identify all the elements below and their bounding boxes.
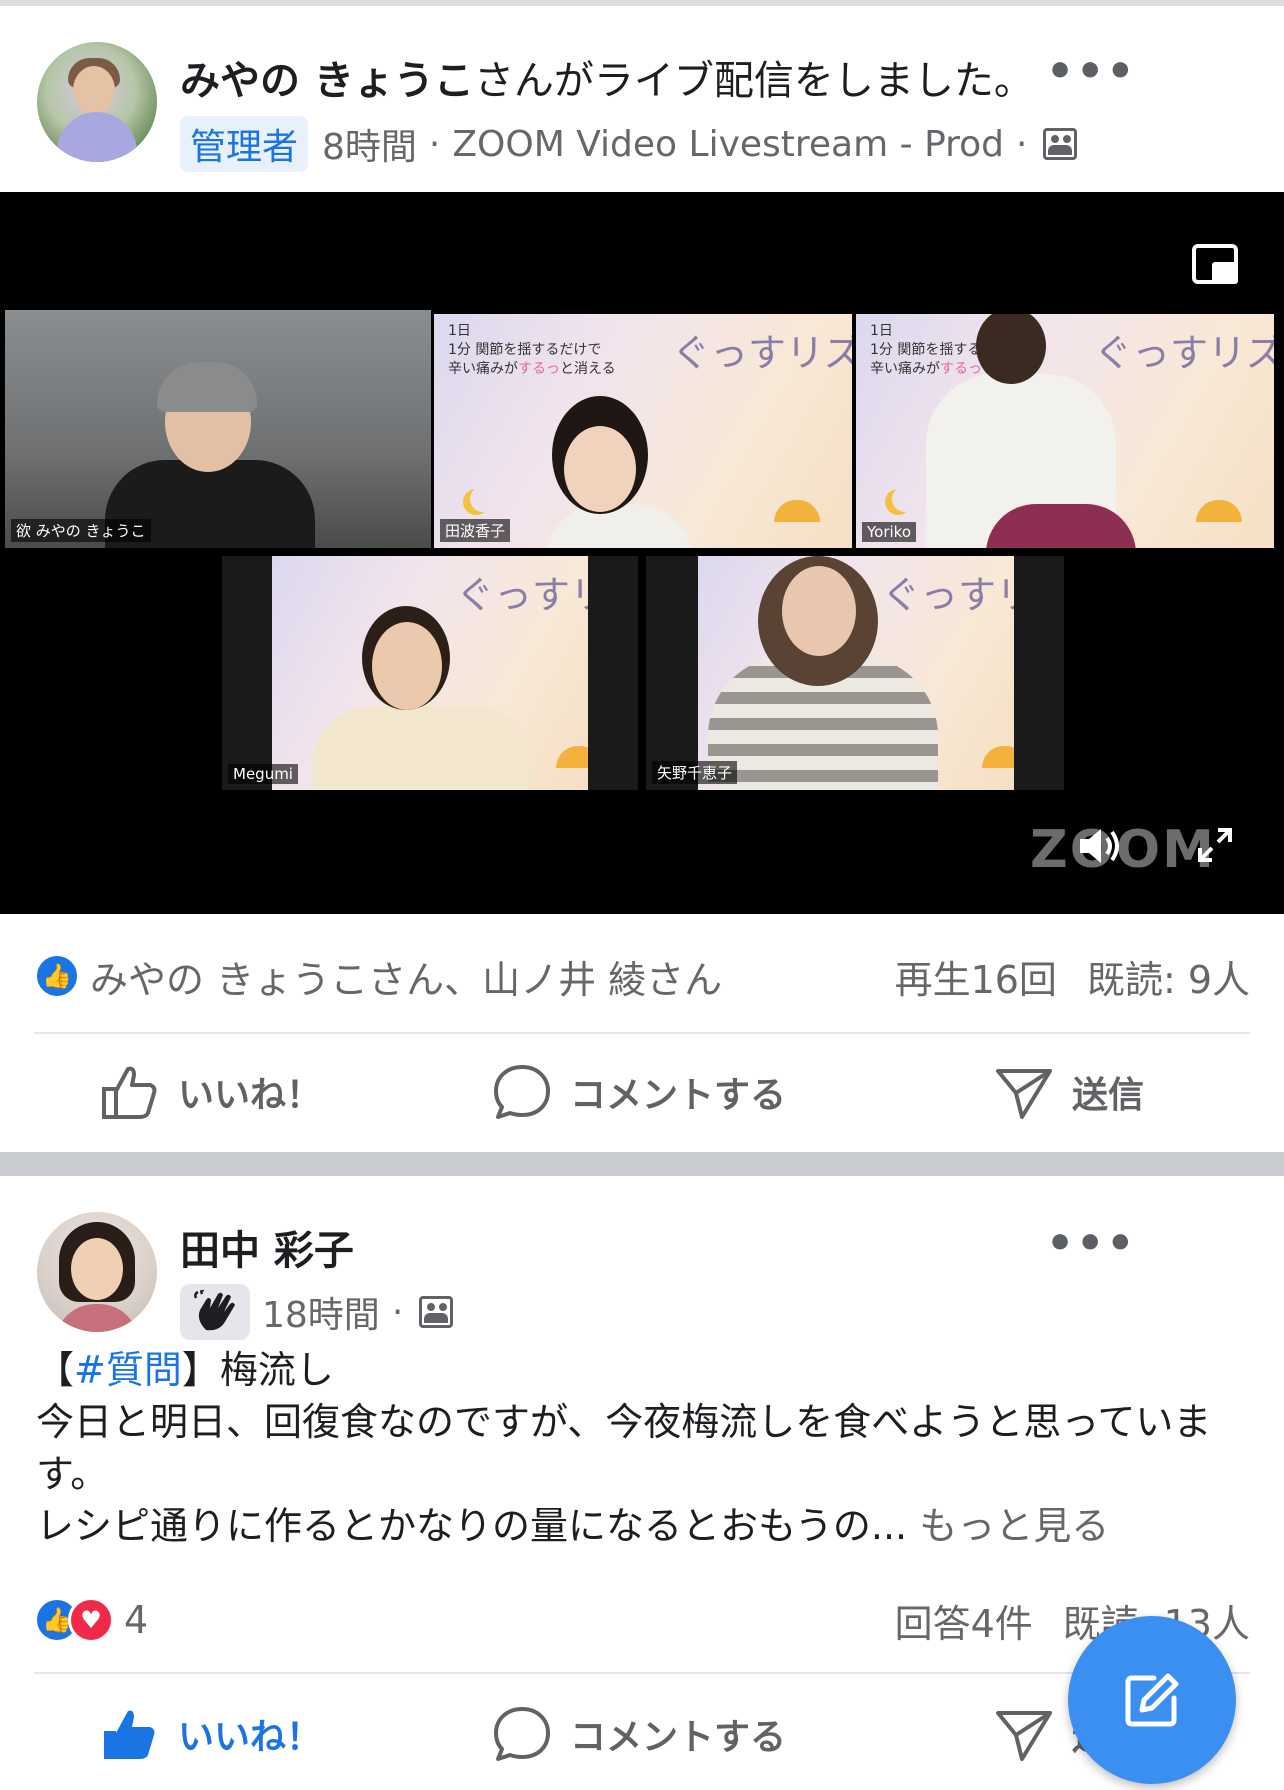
separator: · <box>391 1291 404 1333</box>
divider <box>34 1032 1250 1034</box>
reactors-names[interactable]: みやの きょうこさん、山ノ井 綾さん <box>90 949 722 1004</box>
slide-title: ぐっすリズム <box>672 331 852 375</box>
slide-text: 1分 関節を揺するだけで <box>448 341 602 358</box>
reaction-summary: 👍 ♥ 4 回答4件 既読: 13人 <box>34 1590 1250 1650</box>
slide-text: 辛い痛みがするっと消える <box>448 360 616 377</box>
video-tile: 1日 1分 関節を揺するだけで 辛い痛みがするっと消える ぐっすリズム 田波香子 <box>434 314 852 548</box>
comment-label: コメントする <box>570 1717 787 1758</box>
separator: · <box>1016 123 1028 165</box>
comment-icon <box>494 1707 550 1761</box>
comment-icon <box>494 1065 550 1119</box>
slide-title: ぐっすリズム <box>456 573 588 617</box>
compose-button[interactable] <box>1068 1616 1236 1784</box>
like-reaction-icon: 👍 <box>34 953 80 999</box>
post-time[interactable]: 8時間 <box>322 118 417 170</box>
fullscreen-icon[interactable] <box>1194 824 1236 866</box>
group-icon <box>1043 128 1078 160</box>
reaction-summary: 👍 みやの きょうこさん、山ノ井 綾さん 再生16回 既読: 9人 <box>34 946 1250 1006</box>
post-source[interactable]: ZOOM Video Livestream - Prod <box>452 124 1004 165</box>
author-name[interactable]: 田中 彩子 <box>180 1218 354 1276</box>
answer-count[interactable]: 回答4件 <box>895 1593 1033 1648</box>
seen-count[interactable]: 既読: 9人 <box>1087 949 1250 1004</box>
author-name[interactable]: みやの きょうこ <box>180 58 474 104</box>
post-header-title: みやの きょうこさんがライブ配信をしました。 <box>180 48 1034 106</box>
participant-name: Megumi <box>228 764 298 784</box>
live-video[interactable]: 欲 みやの きょうこ 1日 1分 関節を揺するだけで 辛い痛みがするっと消える … <box>0 192 1284 914</box>
separator: · <box>428 123 441 165</box>
video-tile-speaker: 欲 みやの きょうこ <box>5 310 431 548</box>
like-label: いいね！ <box>178 1075 323 1116</box>
video-tile: 1日 1分 関節を揺するだけで 辛い痛みがするっと消える ぐっすリズム Yori… <box>856 314 1274 548</box>
zoom-watermark: ZOOM <box>1030 820 1216 880</box>
bracket: 【 <box>36 1348 75 1392</box>
post-text-line-trunc: レシピ通りに作るとかなりの量になるとおもうの... もっと見る <box>36 1500 1256 1552</box>
participant-name: 田波香子 <box>440 519 511 542</box>
heart-reaction-icon: ♥ <box>68 1597 114 1643</box>
post-time[interactable]: 18時間 <box>262 1286 380 1338</box>
send-button[interactable]: 送信 <box>994 1052 1144 1132</box>
slide-text: 1日 <box>448 323 471 339</box>
video-tile: ぐっすリズム Megumi <box>222 556 638 790</box>
video-tile: ぐっすリズム 矢野千恵子 <box>646 556 1064 790</box>
post-actions: いいね！ コメントする 送信 <box>0 1052 1284 1132</box>
avatar[interactable] <box>37 1212 157 1332</box>
post-action-text: さんがライブ配信をしました。 <box>473 58 1034 104</box>
like-button[interactable]: いいね！ <box>100 1052 322 1132</box>
participant-name: 欲 みやの きょうこ <box>11 519 151 542</box>
reaction-count[interactable]: 4 <box>124 1598 148 1642</box>
post-body: 【#質問】梅流し 今日と明日、回復食なのですが、今夜梅流しを食べようと思っていま… <box>36 1344 1256 1552</box>
post-text-line: 今日と明日、回復食なのですが、今夜梅流しを食べようと思っています。 <box>36 1400 1212 1496</box>
participant-name: Yoriko <box>862 522 917 542</box>
divider <box>34 1672 1250 1674</box>
slide-title: ぐっすリズム <box>1094 331 1274 375</box>
thumbs-up-icon <box>104 1710 155 1759</box>
picture-in-picture-icon[interactable] <box>1192 244 1238 284</box>
play-count: 再生16回 <box>894 957 1057 1002</box>
more-options-icon[interactable]: ••• <box>1046 1222 1136 1266</box>
post-separator <box>0 1152 1284 1176</box>
top-divider <box>0 0 1284 6</box>
send-icon <box>996 1711 1052 1761</box>
hashtag-link[interactable]: #質問 <box>74 1348 182 1392</box>
wave-badge-icon <box>180 1284 250 1340</box>
send-label: 送信 <box>1072 1075 1145 1116</box>
comment-button[interactable]: コメントする <box>492 1052 786 1132</box>
post-meta: 管理者 8時間 · ZOOM Video Livestream - Prod · <box>180 116 1078 172</box>
volume-icon[interactable] <box>1076 824 1122 868</box>
admin-badge: 管理者 <box>180 116 309 172</box>
post-text-line: レシピ通りに作るとかなりの量になるとおもうの... <box>36 1504 908 1548</box>
slide-title: ぐっすリズム <box>882 573 1014 617</box>
post-meta: 18時間 · <box>180 1284 454 1340</box>
post-title-line: 【#質問】梅流し <box>36 1344 1256 1396</box>
participant-name: 矢野千恵子 <box>652 761 738 784</box>
group-icon <box>419 1296 454 1328</box>
comment-button[interactable]: コメントする <box>492 1694 786 1774</box>
thumbs-up-icon <box>102 1066 157 1119</box>
edit-icon <box>1125 1673 1179 1727</box>
avatar[interactable] <box>37 42 157 162</box>
post-subject: 】梅流し <box>181 1348 334 1392</box>
like-label: いいね！ <box>178 1717 323 1758</box>
more-options-icon[interactable]: ••• <box>1046 50 1136 94</box>
comment-label: コメントする <box>570 1075 787 1116</box>
like-button[interactable]: いいね！ <box>100 1694 322 1774</box>
see-more-link[interactable]: もっと見る <box>919 1504 1109 1548</box>
send-icon <box>996 1069 1052 1119</box>
